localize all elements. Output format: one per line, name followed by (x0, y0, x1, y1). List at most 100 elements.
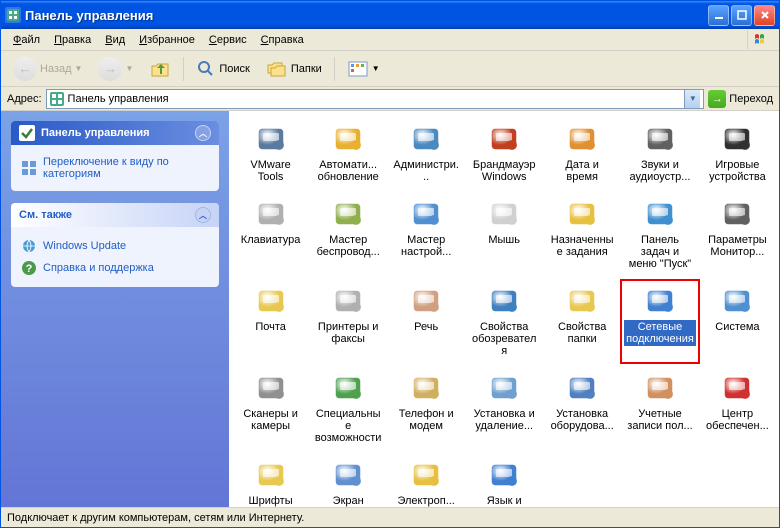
cp-label: Язык и региональ... (468, 494, 540, 507)
cp-item-8[interactable]: Мастер беспровод... (310, 194, 386, 275)
search-button[interactable]: Поиск (190, 55, 255, 83)
menu-help[interactable]: Справка (255, 32, 310, 48)
cp-icon (410, 198, 442, 230)
cp-item-2[interactable]: Администри... (388, 119, 464, 188)
cp-label: Брандмауэр Windows (468, 158, 540, 184)
menu-file[interactable]: Файл (7, 32, 46, 48)
cp-icon (566, 285, 598, 317)
cp-item-1[interactable]: Автомати... обновление (310, 119, 386, 188)
cp-item-24[interactable]: Установка и удаление... (466, 368, 542, 449)
menu-tools[interactable]: Сервис (203, 32, 253, 48)
cp-label: Мастер беспровод... (312, 233, 384, 259)
cp-item-4[interactable]: Дата и время (544, 119, 620, 188)
cp-item-3[interactable]: Брандмауэр Windows (466, 119, 542, 188)
cp-icon (255, 285, 287, 317)
cp-label: Принтеры и факсы (312, 320, 384, 346)
cp-item-29[interactable]: Экран (310, 455, 386, 507)
cp-label: Панель задач и меню "Пуск" (624, 233, 696, 271)
cp-item-23[interactable]: Телефон и модем (388, 368, 464, 449)
go-arrow-icon: → (708, 90, 726, 108)
cp-label: Электроп... (395, 494, 456, 507)
cp-icon (410, 372, 442, 404)
statusbar: Подключает к другим компьютерам, сетям и… (1, 507, 779, 527)
cp-label: Сетевые подключения (624, 320, 696, 346)
windows-flag-icon (747, 30, 777, 49)
cp-item-26[interactable]: Учетные записи пол... (622, 368, 698, 449)
menubar: Файл Правка Вид Избранное Сервис Справка (1, 29, 779, 51)
cp-label: Специальные возможности (312, 407, 384, 445)
help-support-link[interactable]: ? Справка и поддержка (21, 257, 209, 279)
cp-label: Дата и время (546, 158, 618, 184)
cp-item-20[interactable]: Система (700, 281, 775, 362)
sidebar: Панель управления ︿ Переключение к виду … (1, 111, 229, 507)
cp-icon (488, 459, 520, 491)
cp-item-16[interactable]: Речь (388, 281, 464, 362)
cp-icon (488, 372, 520, 404)
cp-item-15[interactable]: Принтеры и факсы (310, 281, 386, 362)
menu-view[interactable]: Вид (99, 32, 131, 48)
panel-see-also-header[interactable]: См. также ︿ (11, 203, 219, 227)
menu-edit[interactable]: Правка (48, 32, 97, 48)
folder-up-icon (149, 58, 171, 80)
cp-icon (721, 372, 753, 404)
cp-label: Учетные записи пол... (624, 407, 696, 433)
switch-category-view-link[interactable]: Переключение к виду по категориям (21, 153, 209, 183)
cp-item-5[interactable]: Звуки и аудиоустр... (622, 119, 698, 188)
cp-label: Установка и удаление... (468, 407, 540, 433)
folders-button[interactable]: Папки (260, 55, 328, 83)
cp-label: Назначенные задания (546, 233, 618, 259)
panel-control-header[interactable]: Панель управления ︿ (11, 121, 219, 145)
cp-label: Игровые устройства (702, 158, 773, 184)
cp-item-27[interactable]: Центр обеспечен... (700, 368, 775, 449)
windows-update-link[interactable]: Windows Update (21, 235, 209, 257)
check-icon (19, 125, 35, 141)
cp-item-19[interactable]: Сетевые подключения (622, 281, 698, 362)
cp-item-18[interactable]: Свойства папки (544, 281, 620, 362)
cp-label: Речь (412, 320, 440, 334)
forward-button[interactable]: → ▼ (92, 53, 139, 85)
up-button[interactable] (143, 54, 177, 84)
cp-icon (644, 372, 676, 404)
help-icon: ? (21, 260, 37, 276)
maximize-button[interactable] (731, 5, 752, 26)
cp-item-25[interactable]: Установка оборудова... (544, 368, 620, 449)
cp-item-6[interactable]: Игровые устройства (700, 119, 775, 188)
cp-item-17[interactable]: Свойства обозревателя (466, 281, 542, 362)
collapse-icon[interactable]: ︿ (195, 125, 211, 141)
cp-item-0[interactable]: VMware Tools (233, 119, 308, 188)
explorer-window: Панель управления Файл Правка Вид Избран… (0, 0, 780, 528)
close-button[interactable] (754, 5, 775, 26)
go-button[interactable]: → Переход (708, 90, 773, 108)
minimize-button[interactable] (708, 5, 729, 26)
cp-item-22[interactable]: Специальные возможности (310, 368, 386, 449)
dropdown-arrow-icon[interactable]: ▼ (684, 90, 700, 108)
cp-icon (644, 123, 676, 155)
cp-item-11[interactable]: Назначенные задания (544, 194, 620, 275)
cp-icon (255, 198, 287, 230)
svg-text:?: ? (26, 263, 33, 275)
cp-item-30[interactable]: Электроп... (388, 455, 464, 507)
menu-favorites[interactable]: Избранное (133, 32, 201, 48)
cp-item-13[interactable]: Параметры Монитор... (700, 194, 775, 275)
content-area[interactable]: VMware ToolsАвтомати... обновлениеАдмини… (229, 111, 779, 507)
cp-icon (255, 372, 287, 404)
cp-item-14[interactable]: Почта (233, 281, 308, 362)
cp-item-7[interactable]: Клавиатура (233, 194, 308, 275)
cp-icon (566, 372, 598, 404)
cp-label: Почта (253, 320, 288, 334)
cp-icon (488, 123, 520, 155)
views-button[interactable]: ▼ (341, 55, 386, 83)
cp-label: Звуки и аудиоустр... (624, 158, 696, 184)
cp-icon (410, 123, 442, 155)
cp-item-28[interactable]: Шрифты (233, 455, 308, 507)
cp-item-21[interactable]: Сканеры и камеры (233, 368, 308, 449)
cp-item-10[interactable]: Мышь (466, 194, 542, 275)
titlebar[interactable]: Панель управления (1, 1, 779, 29)
collapse-icon[interactable]: ︿ (195, 207, 211, 223)
address-input[interactable]: Панель управления ▼ (46, 89, 705, 109)
cp-item-12[interactable]: Панель задач и меню "Пуск" (622, 194, 698, 275)
back-button[interactable]: ← Назад ▼ (7, 53, 88, 85)
addressbar: Адрес: Панель управления ▼ → Переход (1, 87, 779, 111)
cp-item-31[interactable]: Язык и региональ... (466, 455, 542, 507)
cp-item-9[interactable]: Мастер настрой... (388, 194, 464, 275)
